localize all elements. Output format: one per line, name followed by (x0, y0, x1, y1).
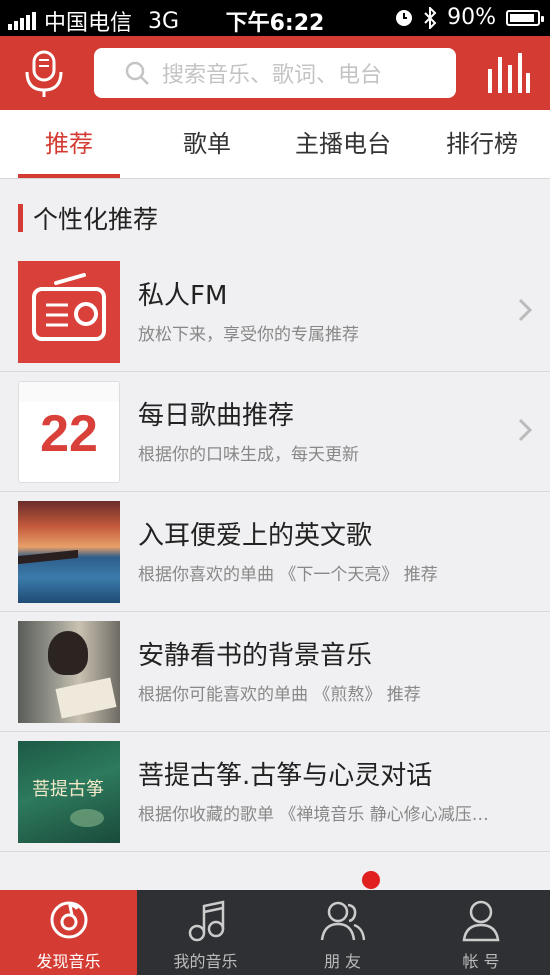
category-tabs: 推荐 歌单 主播电台 排行榜 (0, 110, 550, 179)
calendar-thumbnail: 22 (18, 381, 120, 483)
tab-playlists[interactable]: 歌单 (156, 110, 258, 178)
list-item-personal-fm[interactable]: 私人FM 放松下来，享受你的专属推荐 (0, 252, 550, 372)
notification-badge (362, 871, 380, 889)
tab-charts[interactable]: 排行榜 (426, 110, 538, 178)
tab-label: 主播电台 (295, 130, 391, 158)
section-header: 个性化推荐 (18, 200, 158, 236)
tabbar-discover[interactable]: 发现音乐 (0, 890, 137, 975)
cover-leaf (70, 809, 104, 827)
radio-icon (32, 273, 106, 341)
item-title: 每日歌曲推荐 (138, 401, 295, 431)
item-title: 菩提古筝.古筝与心灵对话 (138, 761, 433, 791)
list-item-daily-songs[interactable]: 22 每日歌曲推荐 根据你的口味生成，每天更新 (0, 372, 550, 492)
reading-girl-cover (18, 621, 120, 723)
bluetooth-icon (424, 6, 437, 29)
tab-radio[interactable]: 主播电台 (278, 110, 408, 178)
person-silhouette (48, 631, 88, 675)
search-input[interactable]: 搜索音乐、歌词、电台 (94, 48, 456, 98)
guzheng-cover: 菩提古筝 (18, 741, 120, 843)
calendar-top-band (19, 382, 119, 402)
alarm-icon (396, 9, 413, 26)
music-note-icon (188, 900, 224, 942)
recommendation-list: 私人FM 放松下来，享受你的专属推荐 22 每日歌曲推荐 根据你的口味生成，每天… (0, 252, 550, 852)
user-icon (462, 900, 500, 942)
tab-label: 歌单 (183, 130, 231, 158)
status-bar: 中国电信 3G 下午6:22 90% (0, 0, 550, 36)
search-placeholder: 搜索音乐、歌词、电台 (162, 63, 383, 88)
tabbar-label: 帐 号 (462, 952, 500, 971)
sunset-sea-cover (18, 501, 120, 603)
friends-icon (320, 901, 365, 941)
tabbar-label: 我的音乐 (173, 952, 238, 971)
item-title: 入耳便爱上的英文歌 (138, 521, 373, 551)
battery-percent: 90% (447, 5, 496, 30)
chevron-right-icon (518, 418, 532, 442)
fm-thumbnail (18, 261, 120, 363)
tabbar-friends[interactable]: 朋 友 (274, 890, 411, 975)
list-item-english-songs[interactable]: 入耳便爱上的英文歌 根据你喜欢的单曲 《下一个天亮》 推荐 (0, 492, 550, 612)
calendar-day: 22 (40, 405, 98, 463)
tab-active-indicator (18, 174, 120, 178)
item-title: 安静看书的背景音乐 (138, 641, 373, 671)
tab-label: 排行榜 (446, 130, 518, 158)
microphone-icon[interactable] (22, 50, 66, 98)
item-subtitle: 根据你喜欢的单曲 《下一个天亮》 推荐 (138, 565, 438, 585)
top-header: 搜索音乐、歌词、电台 (0, 36, 550, 110)
tab-recommend[interactable]: 推荐 (18, 110, 120, 178)
pier-silhouette (18, 549, 78, 565)
list-item-reading-music[interactable]: 安静看书的背景音乐 根据你可能喜欢的单曲 《煎熬》 推荐 (0, 612, 550, 732)
tab-label: 推荐 (45, 130, 93, 158)
tabbar-label: 朋 友 (323, 952, 362, 971)
cover-lettering: 菩提古筝 (32, 779, 104, 800)
section-accent-bar (18, 204, 23, 232)
item-subtitle: 根据你的口味生成，每天更新 (138, 445, 359, 465)
tabbar-account[interactable]: 帐 号 (412, 890, 550, 975)
item-title: 私人FM (138, 281, 228, 311)
equalizer-icon[interactable] (486, 53, 530, 93)
tabbar-label: 发现音乐 (36, 952, 101, 971)
tabbar-my-music[interactable]: 我的音乐 (137, 890, 274, 975)
list-item-guzheng[interactable]: 菩提古筝 菩提古筝.古筝与心灵对话 根据你收藏的歌单 《禅境音乐 静心修心减压… (0, 732, 550, 852)
battery-icon (506, 9, 544, 26)
item-subtitle: 放松下来，享受你的专属推荐 (138, 325, 359, 345)
chevron-right-icon (518, 298, 532, 322)
book-shape (55, 677, 117, 719)
item-subtitle: 根据你可能喜欢的单曲 《煎熬》 推荐 (138, 685, 421, 705)
section-title: 个性化推荐 (33, 205, 159, 234)
item-subtitle: 根据你收藏的歌单 《禅境音乐 静心修心减压… (138, 805, 489, 825)
bottom-tab-bar: 发现音乐 我的音乐 朋 友 帐 号 (0, 890, 550, 975)
search-icon (125, 61, 149, 85)
netease-logo-icon (50, 901, 87, 939)
